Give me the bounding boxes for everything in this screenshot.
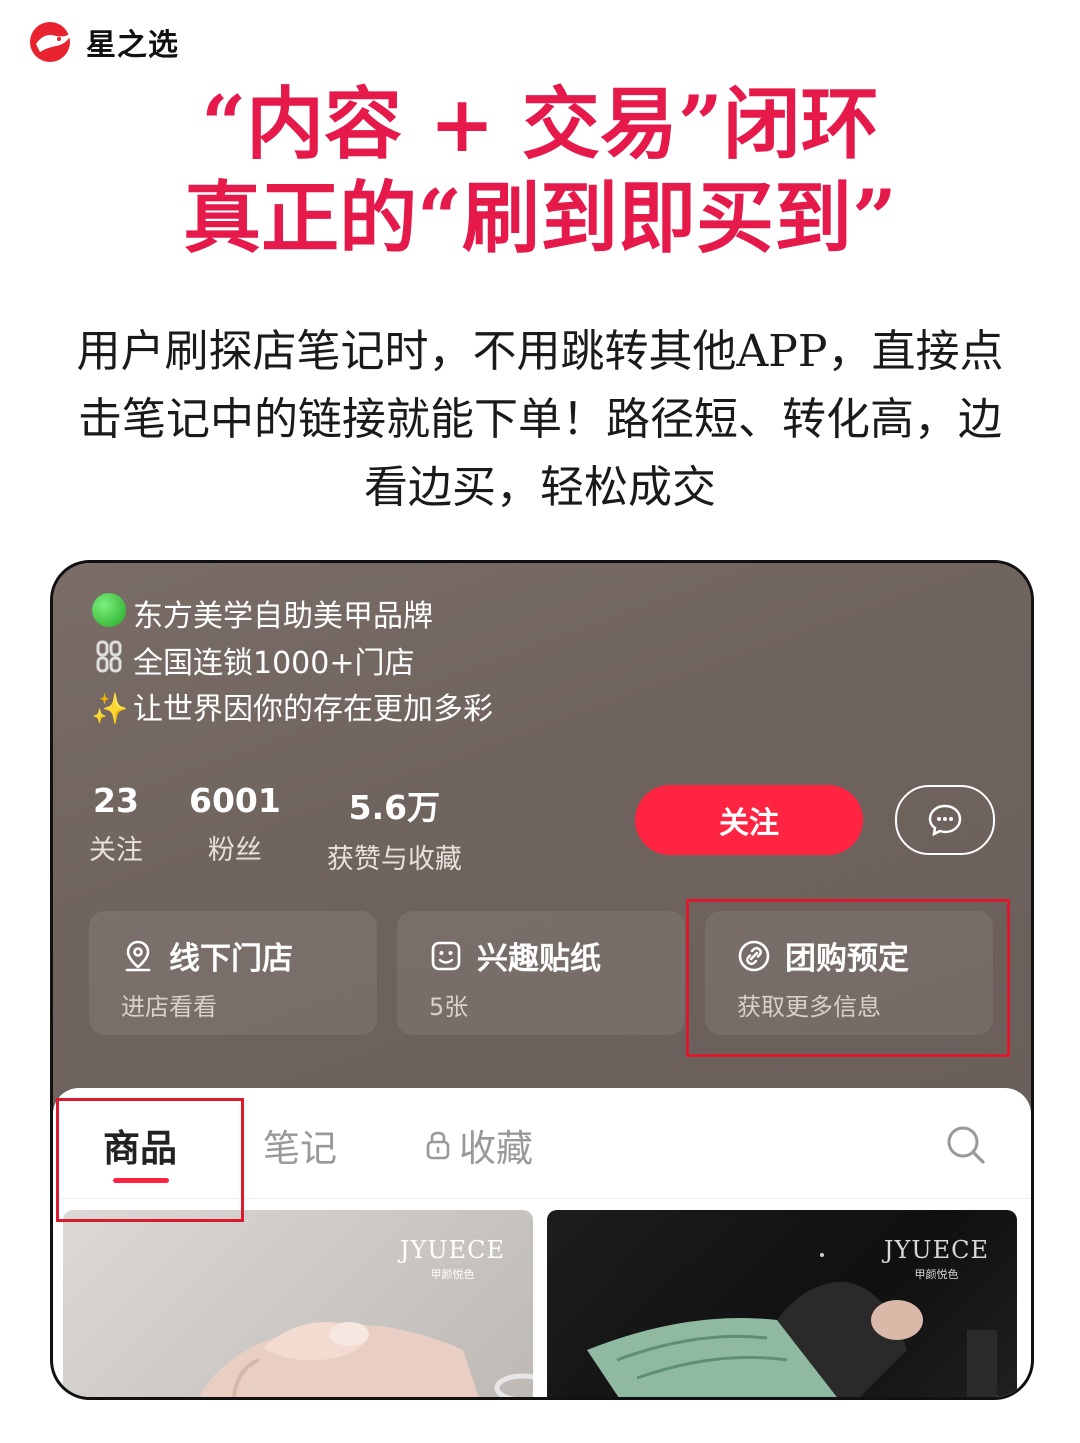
- brand-logo-subtext: 甲颜悦色: [430, 1268, 475, 1281]
- stat-value: 23: [93, 781, 139, 820]
- follow-button[interactable]: 关注: [635, 785, 863, 855]
- chain-icon: [91, 640, 127, 687]
- stat-likes[interactable]: 5.6万 获赞与收藏: [327, 781, 462, 876]
- product-card[interactable]: JYUECE 甲颜悦色: [547, 1210, 1017, 1397]
- highlight-box-products-tab: [56, 1098, 244, 1222]
- profile-stats: 23 关注 6001 粉丝 5.6万 获赞与收藏: [89, 781, 508, 876]
- card-subtitle: 进店看看: [121, 993, 217, 1021]
- bio-text: 东方美学自助美甲品牌: [133, 599, 433, 634]
- card-title-row: 兴趣贴纸: [429, 933, 601, 978]
- stat-following[interactable]: 23 关注: [89, 781, 143, 876]
- card-offline-store[interactable]: 线下门店 进店看看: [89, 911, 377, 1035]
- red-bird-logo-icon: [30, 22, 72, 62]
- product-card[interactable]: JYUECE 甲颜悦色: [63, 1210, 533, 1397]
- stat-label: 粉丝: [207, 835, 262, 866]
- chat-bubble-icon: [928, 804, 962, 837]
- description-text: 用户刷探店笔记时，不用跳转其他APP，直接点击笔记中的链接就能下单！路径短、转化…: [76, 326, 1004, 513]
- card-title-row: 线下门店: [121, 933, 293, 978]
- stat-value: 6001: [189, 781, 281, 820]
- brand-header: 星之选: [26, 20, 179, 64]
- bio-text: 全国连锁1000+门店: [133, 646, 415, 681]
- stat-value: 5.6万: [348, 788, 441, 827]
- headline-line-1: “内容 + 交易”闭环: [201, 79, 879, 170]
- stat-label: 关注: [89, 835, 143, 866]
- headline-line-2: 真正的“刷到即买到”: [183, 173, 897, 264]
- stat-followers[interactable]: 6001 粉丝: [189, 781, 281, 876]
- tab-favorites[interactable]: 收藏: [425, 1118, 533, 1172]
- bio-text: 让世界因你的存在更加多彩: [133, 692, 493, 727]
- card-stickers[interactable]: 兴趣贴纸 5张: [397, 911, 685, 1035]
- stat-label: 获赞与收藏: [326, 844, 462, 875]
- bio-line-2: 全国连锁1000+门店: [91, 640, 493, 687]
- product-brand-logo: JYUECE 甲颜悦色: [884, 1236, 989, 1282]
- tab-label: 收藏: [459, 1127, 533, 1170]
- lock-icon: [426, 1131, 450, 1160]
- bio-line-1: 东方美学自助美甲品牌: [91, 593, 493, 640]
- card-title: 兴趣贴纸: [477, 941, 601, 977]
- bio-line-3: ✨ 让世界因你的存在更加多彩: [91, 687, 493, 732]
- card-title: 线下门店: [169, 941, 293, 977]
- search-icon[interactable]: [945, 1124, 987, 1166]
- green-circle-icon: [91, 593, 127, 640]
- profile-bio: 东方美学自助美甲品牌 全国连锁1000+门店 ✨ 让世界因你的存在更加多彩: [91, 593, 493, 732]
- brand-logo-text: JYUECE: [883, 1236, 989, 1264]
- card-subtitle: 5张: [429, 993, 469, 1021]
- product-brand-logo: JYUECE 甲颜悦色: [400, 1236, 505, 1282]
- phone-screenshot: 东方美学自助美甲品牌 全国连锁1000+门店 ✨ 让世界因你的存在更加多彩 23…: [50, 560, 1034, 1400]
- tab-notes[interactable]: 笔记: [263, 1118, 337, 1172]
- brand-name: 星之选: [86, 28, 179, 63]
- highlight-box-group-booking: [686, 899, 1010, 1057]
- sticker-face-icon: [431, 941, 461, 970]
- location-pin-icon: [125, 940, 151, 971]
- brand-logo-text: JYUECE: [399, 1236, 505, 1264]
- sparkles-icon: ✨: [91, 692, 129, 727]
- brand-logo-subtext: 甲颜悦色: [914, 1268, 959, 1281]
- message-button[interactable]: [895, 785, 995, 855]
